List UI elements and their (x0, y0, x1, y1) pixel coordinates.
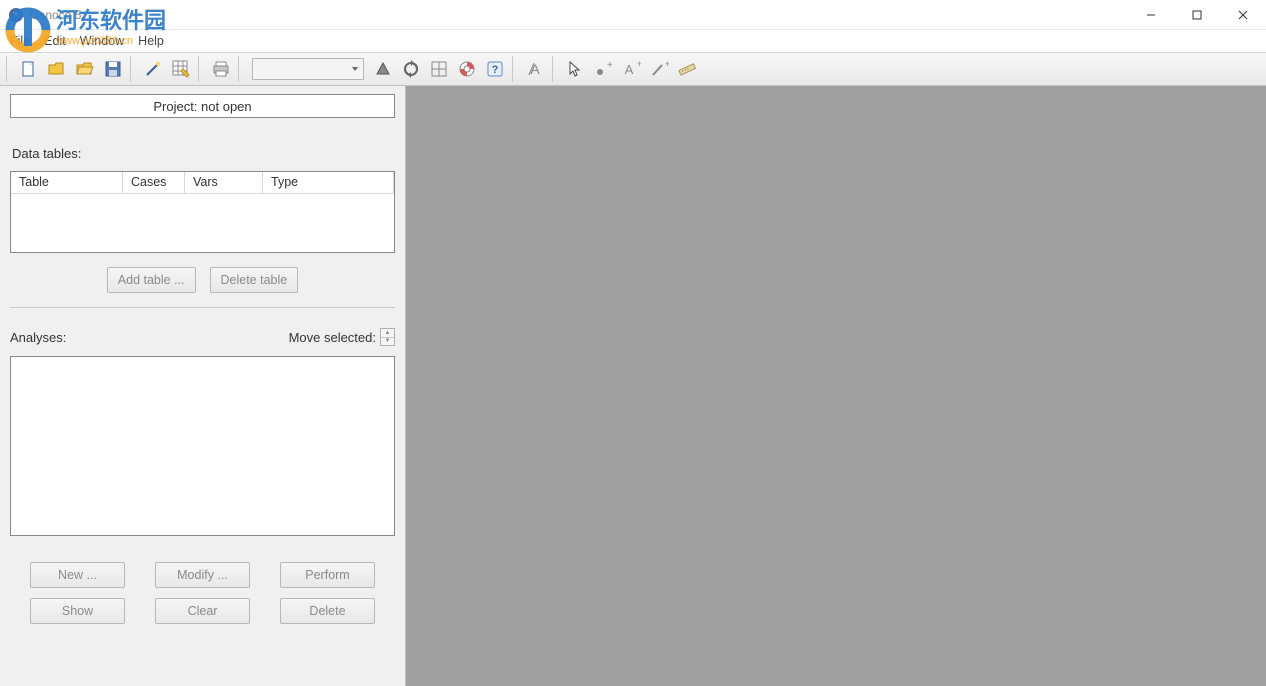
project-status: Project: not open (10, 94, 395, 118)
close-button[interactable] (1220, 0, 1266, 30)
wand-button[interactable] (140, 56, 166, 82)
refresh-button[interactable] (398, 56, 424, 82)
window-title: Canoco 5 (30, 8, 81, 22)
maximize-button[interactable] (1174, 0, 1220, 30)
delete-analysis-button[interactable]: Delete (280, 598, 375, 624)
text-tool-button[interactable]: A (522, 56, 548, 82)
move-selected-spinner[interactable]: ▲ ▼ (380, 328, 395, 346)
lifebuoy-button[interactable] (454, 56, 480, 82)
new-project-button[interactable] (16, 56, 42, 82)
titlebar: Canoco 5 (0, 0, 1266, 30)
perform-analysis-button[interactable]: Perform (280, 562, 375, 588)
menubar: File Edit Window Help (0, 30, 1266, 52)
app-icon (8, 7, 24, 23)
help-button[interactable]: ? (482, 56, 508, 82)
menu-window[interactable]: Window (80, 34, 124, 48)
divider (10, 307, 395, 308)
show-analysis-button[interactable]: Show (30, 598, 125, 624)
svg-text:+: + (637, 59, 641, 69)
svg-text:+: + (665, 59, 669, 69)
menu-file[interactable]: File (10, 34, 30, 48)
svg-text:+: + (607, 60, 613, 71)
data-tables-label: Data tables: (12, 146, 395, 161)
clear-analysis-button[interactable]: Clear (155, 598, 250, 624)
left-panel: Project: not open Data tables: Table Cas… (0, 86, 406, 686)
move-selected-label: Move selected: (289, 330, 376, 345)
toolbar-separator (130, 56, 136, 82)
menu-help[interactable]: Help (138, 34, 164, 48)
grid-button[interactable] (426, 56, 452, 82)
toolbar-separator (512, 56, 518, 82)
triangle-tool-button[interactable] (370, 56, 396, 82)
grid-edit-button[interactable] (168, 56, 194, 82)
toolbar-separator (238, 56, 244, 82)
print-button[interactable] (208, 56, 234, 82)
toolbar-separator (6, 56, 12, 82)
column-header-type[interactable]: Type (263, 172, 394, 194)
add-table-button[interactable]: Add table ... (107, 267, 196, 293)
column-header-vars[interactable]: Vars (185, 172, 263, 194)
modify-analysis-button[interactable]: Modify ... (155, 562, 250, 588)
analyses-list[interactable] (10, 356, 395, 536)
data-tables-grid[interactable]: Table Cases Vars Type (10, 171, 395, 253)
ruler-button[interactable] (674, 56, 700, 82)
toolbar-separator (198, 56, 204, 82)
svg-text:?: ? (492, 64, 499, 76)
column-header-table[interactable]: Table (11, 172, 123, 194)
spinner-up-icon[interactable]: ▲ (381, 329, 394, 338)
new-analysis-button[interactable]: New ... (30, 562, 125, 588)
add-text-button[interactable]: A+ (618, 56, 644, 82)
column-header-cases[interactable]: Cases (123, 172, 185, 194)
save-button[interactable] (100, 56, 126, 82)
spinner-down-icon[interactable]: ▼ (381, 338, 394, 346)
pointer-tool-button[interactable] (562, 56, 588, 82)
delete-table-button[interactable]: Delete table (210, 267, 299, 293)
minimize-button[interactable] (1128, 0, 1174, 30)
open-folder-button[interactable] (72, 56, 98, 82)
open-project-button[interactable] (44, 56, 70, 82)
menu-edit[interactable]: Edit (44, 34, 66, 48)
add-point-button[interactable]: + (590, 56, 616, 82)
workspace-area (406, 86, 1266, 686)
main-area: Project: not open Data tables: Table Cas… (0, 86, 1266, 686)
analyses-label: Analyses: (10, 330, 66, 345)
toolbar-combo[interactable] (252, 58, 364, 80)
add-line-button[interactable]: + (646, 56, 672, 82)
toolbar-separator (552, 56, 558, 82)
toolbar: ? A + A+ + (0, 52, 1266, 86)
svg-text:A: A (625, 62, 634, 77)
